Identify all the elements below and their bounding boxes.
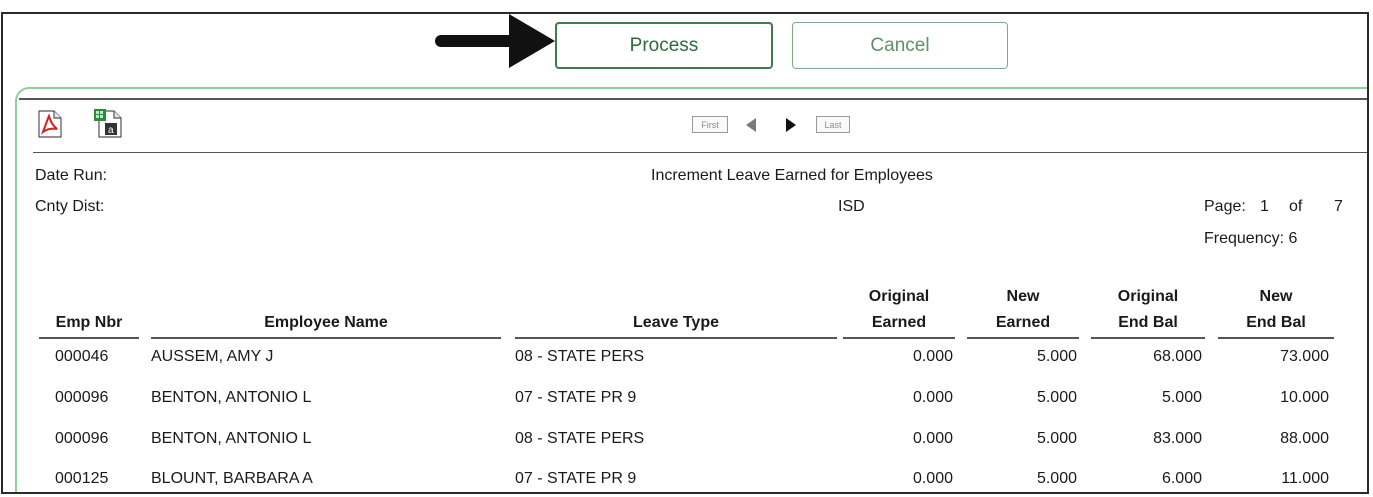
first-page-button[interactable]: First [692,116,728,133]
date-run-label: Date Run: [35,167,108,184]
header-underline [151,337,501,339]
col-orig-earned-line1: Original [868,288,930,305]
leave-type-cell: 07 - STATE PR 9 [515,470,637,487]
new-earned-cell: 5.000 [1036,389,1077,406]
pointer-arrow-icon [435,14,555,68]
orig-earned-cell: 0.000 [912,389,953,406]
new-end-cell: 73.000 [1280,348,1329,365]
new-earned-cell: 5.000 [1036,348,1077,365]
excel-export-icon[interactable]: a [93,108,123,138]
leave-type-cell: 08 - STATE PERS [515,348,645,365]
emp-nbr-cell: 000046 [55,348,109,365]
new-end-cell: 88.000 [1280,430,1329,447]
new-earned-cell: 5.000 [1036,430,1077,447]
district-name: ISD [838,198,865,215]
header-underline [967,337,1079,339]
prev-page-icon[interactable] [744,117,758,133]
emp-nbr-cell: 000125 [55,470,109,487]
page-of: of [1289,198,1303,215]
new-earned-cell: 5.000 [1036,470,1077,487]
page-current: 1 [1260,198,1269,215]
header-underline [1091,337,1205,339]
report-title: Increment Leave Earned for Employees [651,167,933,184]
frequency-label: Frequency: 6 [1204,230,1298,247]
col-orig-end-line1: Original [1117,288,1179,305]
pdf-export-icon[interactable] [37,110,63,138]
header-underline [515,337,837,339]
leave-type-cell: 08 - STATE PERS [515,430,645,447]
col-new-end-line2: End Bal [1246,314,1306,331]
orig-earned-cell: 0.000 [912,470,953,487]
employee-name-cell: BENTON, ANTONIO L [151,389,312,406]
orig-end-cell: 5.000 [1161,389,1202,406]
employee-name-cell: BENTON, ANTONIO L [151,430,312,447]
dialog-frame: Process Cancel a First Last Date Run: Cn… [1,12,1369,494]
cancel-button[interactable]: Cancel [792,22,1008,69]
page-label: Page: [1204,198,1246,215]
header-underline [1218,337,1334,339]
col-new-earned-line2: Earned [995,314,1051,331]
col-employee-name: Employee Name [264,314,388,331]
new-end-cell: 10.000 [1280,389,1329,406]
header-underline [843,337,955,339]
orig-end-cell: 83.000 [1153,430,1202,447]
process-button[interactable]: Process [555,22,773,69]
employee-name-cell: BLOUNT, BARBARA A [151,470,313,487]
col-orig-earned-line2: Earned [871,314,927,331]
col-leave-type: Leave Type [633,314,719,331]
divider [19,98,1367,100]
divider [33,152,1367,153]
header-underline [39,337,139,339]
next-page-icon[interactable] [784,117,798,133]
emp-nbr-cell: 000096 [55,389,109,406]
last-page-button[interactable]: Last [816,116,850,133]
col-new-end-line1: New [1259,288,1293,305]
orig-earned-cell: 0.000 [912,348,953,365]
leave-type-cell: 07 - STATE PR 9 [515,389,637,406]
col-new-earned-line1: New [1006,288,1040,305]
col-orig-end-line2: End Bal [1118,314,1178,331]
orig-end-cell: 68.000 [1153,348,1202,365]
emp-nbr-cell: 000096 [55,430,109,447]
col-emp-nbr: Emp Nbr [55,314,123,331]
svg-text:a: a [108,125,114,136]
orig-earned-cell: 0.000 [912,430,953,447]
employee-name-cell: AUSSEM, AMY J [151,348,274,365]
new-end-cell: 11.000 [1281,470,1329,487]
cnty-dist-label: Cnty Dist: [35,198,105,215]
orig-end-cell: 6.000 [1161,470,1202,487]
page-total: 7 [1334,198,1343,215]
